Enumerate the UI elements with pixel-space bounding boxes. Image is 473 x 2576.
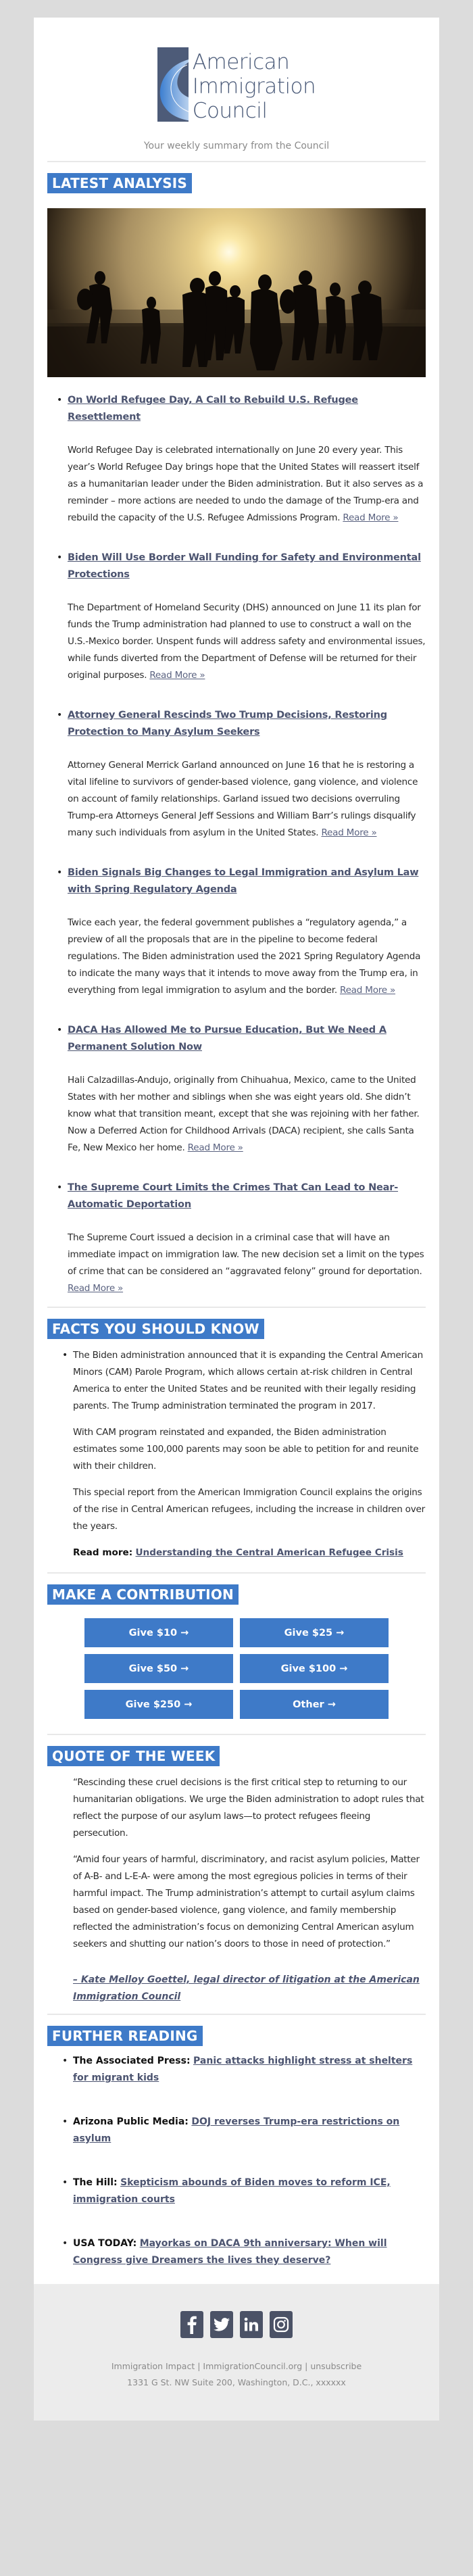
bullet: • [62, 1350, 68, 1361]
read-more-link[interactable]: Read More » [188, 1142, 243, 1153]
article-summary: Attorney General Merrick Garland announc… [68, 757, 426, 842]
linkedin-link[interactable] [240, 2311, 263, 2338]
fact-paragraph: The Biden administration announced that … [73, 1350, 423, 1411]
section-heading-further-reading: FURTHER READING [47, 2026, 203, 2046]
article-title-link[interactable]: Biden Signals Big Changes to Legal Immig… [68, 865, 426, 898]
article-title-link[interactable]: Biden Will Use Border Wall Funding for S… [68, 550, 426, 583]
article-item: DACA Has Allowed Me to Pursue Education,… [47, 1022, 426, 1157]
mailing-address: 1331 G St. NW Suite 200, Washington, D.C… [127, 2377, 346, 2387]
article-item: Biden Will Use Border Wall Funding for S… [47, 550, 426, 684]
read-more-link[interactable]: Read More » [149, 670, 205, 681]
facts-block: • The Biden administration announced tha… [47, 1347, 426, 1561]
twitter-icon [214, 2318, 230, 2331]
immigration-impact-link[interactable]: Immigration Impact [111, 2361, 195, 2371]
instagram-link[interactable] [270, 2311, 293, 2338]
article-item: The Supreme Court Limits the Crimes That… [47, 1180, 426, 1297]
further-reading-list: The Associated Press: Panic attacks high… [47, 2053, 426, 2269]
article-item: Attorney General Rescinds Two Trump Deci… [47, 707, 426, 842]
further-reading-item: Arizona Public Media: DOJ reverses Trump… [47, 2114, 426, 2147]
article-title-link[interactable]: DACA Has Allowed Me to Pursue Education,… [68, 1022, 426, 1056]
footer: Immigration Impact | ImmigrationCouncil.… [34, 2284, 439, 2421]
article-summary-text: Hali Calzadillas-Andujo, originally from… [68, 1075, 420, 1153]
logo-line: Immigration [192, 74, 316, 99]
section-heading-latest-analysis: LATEST ANALYSIS [47, 173, 193, 193]
separator: | [197, 2361, 201, 2371]
article-summary-text: The Supreme Court issued a decision in a… [68, 1232, 424, 1277]
article-title-link[interactable]: The Supreme Court Limits the Crimes That… [68, 1180, 426, 1213]
give-250-button[interactable]: Give $250 → [84, 1690, 233, 1719]
fact-paragraph: This special report from the American Im… [73, 1487, 425, 1532]
separator: | [305, 2361, 308, 2371]
source-name: USA TODAY: [73, 2238, 137, 2249]
article-summary: World Refugee Day is celebrated internat… [68, 442, 426, 527]
email-container: American Immigration Council Your weekly… [34, 18, 439, 2421]
further-reading-link[interactable]: Skepticism abounds of Biden moves to ref… [73, 2177, 391, 2205]
give-50-button[interactable]: Give $50 → [84, 1654, 233, 1683]
header: American Immigration Council Your weekly… [34, 18, 439, 161]
logo-mark-icon [157, 47, 189, 122]
give-100-button[interactable]: Give $100 → [240, 1654, 389, 1683]
logo[interactable]: American Immigration Council [157, 47, 316, 123]
read-more-link[interactable]: Read More » [68, 1283, 123, 1294]
article-item: On World Refugee Day, A Call to Rebuild … [47, 392, 426, 527]
further-reading-item: The Hill: Skepticism abounds of Biden mo… [47, 2174, 426, 2208]
section-heading-quote: QUOTE OF THE WEEK [47, 1746, 220, 1766]
facebook-link[interactable] [180, 2311, 203, 2338]
source-name: The Associated Press: [73, 2056, 191, 2066]
linkedin-icon [244, 2317, 258, 2331]
section-heading-facts: FACTS YOU SHOULD KNOW [47, 1319, 264, 1339]
facebook-icon [187, 2316, 197, 2334]
give-25-button[interactable]: Give $25 → [240, 1618, 389, 1647]
read-more-link[interactable]: Read More » [340, 985, 395, 996]
fact-paragraph: With CAM program reinstated and expanded… [73, 1427, 419, 1472]
logo-line: American [192, 50, 290, 74]
further-reading-item: The Associated Press: Panic attacks high… [47, 2053, 426, 2087]
report-link[interactable]: Understanding the Central American Refug… [136, 1547, 403, 1558]
divider [47, 1307, 426, 1308]
article-title-link[interactable]: On World Refugee Day, A Call to Rebuild … [68, 392, 426, 426]
article-summary-text: Twice each year, the federal government … [68, 917, 421, 996]
article-summary: The Supreme Court issued a decision in a… [68, 1230, 426, 1297]
logo-text: American Immigration Council [193, 50, 316, 123]
twitter-link[interactable] [210, 2311, 233, 2338]
source-name: Arizona Public Media: [73, 2116, 189, 2127]
logo-line: Council [192, 99, 268, 123]
divider [47, 1734, 426, 1735]
article-summary-text: The Department of Homeland Security (DHS… [68, 602, 426, 681]
tagline: Your weekly summary from the Council [143, 141, 330, 151]
source-name: The Hill: [73, 2177, 118, 2188]
facts-read-more: Read more: Understanding the Central Ame… [73, 1545, 426, 1561]
donation-buttons: Give $10 → Give $25 → Give $50 → Give $1… [47, 1618, 426, 1734]
immigration-council-link[interactable]: ImmigrationCouncil.org [203, 2361, 302, 2371]
hero-image[interactable] [47, 208, 426, 377]
section-heading-contribution: MAKE A CONTRIBUTION [47, 1584, 239, 1605]
divider [47, 1572, 426, 1574]
further-reading-item: USA TODAY: Mayorkas on DACA 9th annivers… [47, 2235, 426, 2269]
give-10-button[interactable]: Give $10 → [84, 1618, 233, 1647]
read-more-link[interactable]: Read More » [321, 827, 376, 838]
quote-paragraph: “Rescinding these cruel decisions is the… [73, 1777, 424, 1839]
article-list: On World Refugee Day, A Call to Rebuild … [47, 392, 426, 1297]
footer-links: Immigration Impact | ImmigrationCouncil.… [34, 2358, 439, 2375]
divider [47, 2014, 426, 2015]
quote-paragraph: “Amid four years of harmful, discriminat… [73, 1854, 420, 1949]
divider [47, 161, 426, 162]
article-summary-text: Attorney General Merrick Garland announc… [68, 760, 418, 838]
read-more-label: Read more: [73, 1547, 133, 1558]
article-summary: Hali Calzadillas-Andujo, originally from… [68, 1072, 426, 1157]
article-title-link[interactable]: Attorney General Rescinds Two Trump Deci… [68, 707, 426, 741]
quote-attribution-link[interactable]: – Kate Melloy Goettel, legal director of… [73, 1972, 426, 2014]
refugees-silhouette-image [47, 270, 426, 377]
article-summary: Twice each year, the federal government … [68, 915, 426, 999]
article-summary-text: World Refugee Day is celebrated internat… [68, 445, 424, 523]
read-more-link[interactable]: Read More » [343, 512, 398, 523]
quote-block: “Rescinding these cruel decisions is the… [47, 1774, 426, 2014]
give-other-button[interactable]: Other → [240, 1690, 389, 1719]
unsubscribe-link[interactable]: unsubscribe [310, 2361, 362, 2371]
instagram-icon [273, 2316, 289, 2333]
article-summary: The Department of Homeland Security (DHS… [68, 600, 426, 684]
social-links [34, 2311, 439, 2338]
article-item: Biden Signals Big Changes to Legal Immig… [47, 865, 426, 999]
